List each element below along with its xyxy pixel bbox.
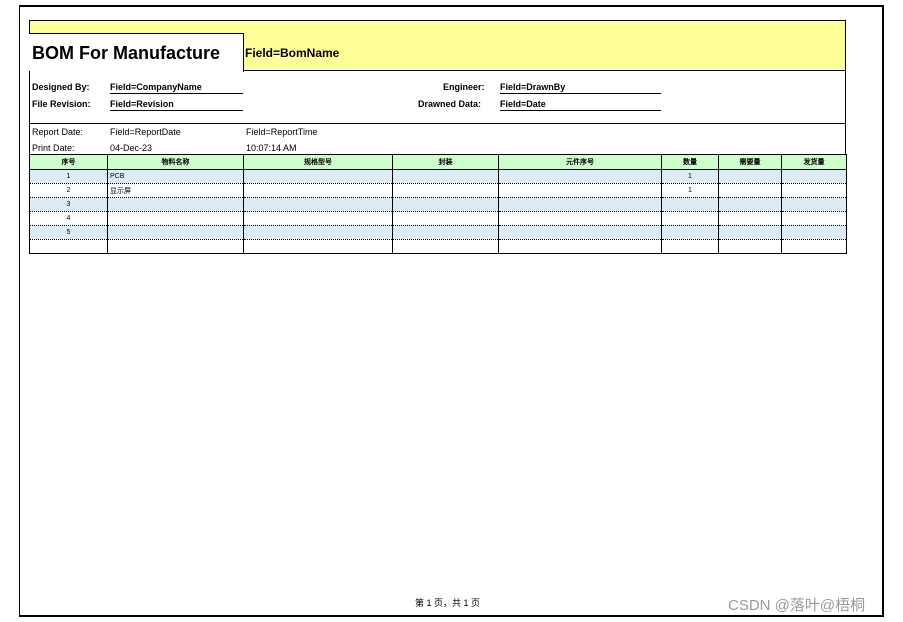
cell-package — [392, 183, 499, 198]
cell-designator — [498, 197, 662, 212]
watermark: CSDN @落叶@梧桐 — [728, 597, 866, 614]
cell-quantity — [661, 197, 719, 212]
cell-package — [392, 197, 499, 212]
table-row: 4 — [29, 211, 847, 226]
print-time-value: 10:07:14 AM — [246, 143, 297, 153]
col-header-quantity: 数量 — [661, 154, 719, 170]
cell-shipped — [781, 183, 847, 198]
info-section: Designed By: Field=CompanyName File Revi… — [29, 71, 846, 124]
col-header-spec-model: 规格型号 — [243, 154, 393, 170]
print-date-label: Print Date: — [32, 143, 75, 153]
cell-designator — [498, 183, 662, 198]
cell-spec-model — [243, 211, 393, 226]
cell-index — [29, 239, 108, 254]
table-row: 3 — [29, 197, 847, 212]
cell-required — [718, 211, 782, 226]
bom-report: BOM For Manufacture Field=BomName Design… — [29, 20, 847, 254]
table-row: 1 PCB 1 — [29, 169, 847, 184]
designed-by-label: Designed By: — [32, 82, 90, 92]
cell-shipped — [781, 197, 847, 212]
designed-by-value: Field=CompanyName — [110, 82, 243, 94]
cell-package — [392, 225, 499, 240]
cell-package — [392, 239, 499, 254]
report-date-value: Field=ReportDate — [110, 127, 181, 137]
col-header-shipped: 发货量 — [781, 154, 847, 170]
file-revision-value: Field=Revision — [110, 99, 243, 111]
cell-quantity: 1 — [661, 183, 719, 198]
cell-designator — [498, 169, 662, 184]
cell-required — [718, 183, 782, 198]
cell-required — [718, 169, 782, 184]
col-header-required: 需要量 — [718, 154, 782, 170]
cell-spec-model — [243, 239, 393, 254]
cell-material-name — [107, 239, 244, 254]
table-row — [29, 239, 847, 254]
cell-material-name — [107, 225, 244, 240]
bom-table: 序号 物料名称 规格型号 封装 元件序号 数量 需要量 发货量 1 PCB 1 — [29, 154, 847, 254]
cell-required — [718, 197, 782, 212]
col-header-index: 序号 — [29, 154, 108, 170]
cell-index: 5 — [29, 225, 108, 240]
cell-required — [718, 239, 782, 254]
cell-shipped — [781, 239, 847, 254]
page-number: 第 1 页，共 1 页 — [415, 598, 481, 608]
cell-package — [392, 169, 499, 184]
cell-index: 2 — [29, 183, 108, 198]
cell-spec-model — [243, 169, 393, 184]
cell-spec-model — [243, 183, 393, 198]
cell-quantity — [661, 239, 719, 254]
table-row: 5 — [29, 225, 847, 240]
col-header-material-name: 物料名称 — [107, 154, 244, 170]
cell-designator — [498, 225, 662, 240]
date-section: Report Date: Field=ReportDate Field=Repo… — [29, 124, 846, 154]
table-row: 2 显示屏 1 — [29, 183, 847, 198]
title-banner: BOM For Manufacture Field=BomName — [29, 20, 846, 72]
cell-shipped — [781, 169, 847, 184]
cell-package — [392, 211, 499, 226]
cell-spec-model — [243, 197, 393, 212]
drawned-data-value: Field=Date — [500, 99, 661, 111]
cell-designator — [498, 211, 662, 226]
cell-material-name: 显示屏 — [107, 183, 244, 198]
cell-quantity — [661, 211, 719, 226]
cell-index: 1 — [29, 169, 108, 184]
col-header-package: 封装 — [392, 154, 499, 170]
report-title: BOM For Manufacture — [29, 33, 244, 72]
print-date-value: 04-Dec-23 — [110, 143, 153, 153]
bom-name-field: Field=BomName — [245, 46, 340, 60]
file-revision-label: File Revision: — [32, 99, 91, 109]
report-date-label: Report Date: — [32, 127, 84, 137]
cell-shipped — [781, 211, 847, 226]
cell-material-name — [107, 197, 244, 212]
cell-material-name: PCB — [107, 169, 244, 184]
engineer-label: Engineer: — [443, 82, 485, 92]
engineer-value: Field=DrawnBy — [500, 82, 661, 94]
report-time-value: Field=ReportTime — [246, 127, 318, 137]
cell-index: 4 — [29, 211, 108, 226]
cell-material-name — [107, 211, 244, 226]
cell-shipped — [781, 225, 847, 240]
cell-quantity: 1 — [661, 169, 719, 184]
cell-spec-model — [243, 225, 393, 240]
cell-quantity — [661, 225, 719, 240]
col-header-designator: 元件序号 — [498, 154, 662, 170]
cell-designator — [498, 239, 662, 254]
drawned-data-label: Drawned Data: — [418, 99, 482, 109]
table-header-row: 序号 物料名称 规格型号 封装 元件序号 数量 需要量 发货量 — [29, 154, 847, 170]
cell-index: 3 — [29, 197, 108, 212]
cell-required — [718, 225, 782, 240]
